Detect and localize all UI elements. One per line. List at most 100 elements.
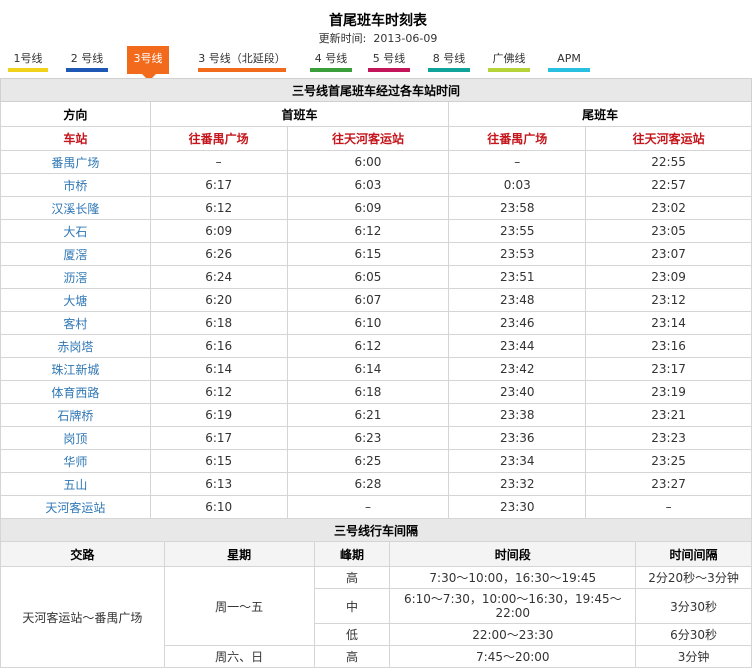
tab-line-8[interactable]: 8 号线 xyxy=(428,46,470,74)
tab-label: 5 号线 xyxy=(372,52,406,65)
first-to-tianhe-cell: – xyxy=(286,495,450,519)
gap-header: 时间间隔 xyxy=(635,541,752,567)
tab-label: 3号线 xyxy=(133,52,163,65)
tab-label: 2 号线 xyxy=(70,52,104,65)
station-cell[interactable]: 沥滘 xyxy=(0,265,151,289)
tab-line-3-north[interactable]: 3 号线（北延段） xyxy=(198,46,286,74)
last-to-panyu-cell: 23:32 xyxy=(448,472,587,496)
station-cell[interactable]: 市桥 xyxy=(0,173,151,197)
station-cell[interactable]: 五山 xyxy=(0,472,151,496)
table-row: 汉溪长隆 6:12 6:09 23:58 23:02 xyxy=(0,196,752,220)
last-to-panyu-cell: 23:30 xyxy=(448,495,587,519)
schedule-rows: 番禺广场 –6:00–22:55 市桥 6:17 6:03 0:03 22:57 汉溪长隆 6:… xyxy=(0,150,752,519)
last-to-panyu-cell: 23:40 xyxy=(448,380,587,404)
first-to-panyu-cell: 6:15 xyxy=(149,449,288,473)
peak-cell: 低 xyxy=(313,623,391,646)
first-to-tianhe-cell: 6:07 xyxy=(286,288,450,312)
first-to-panyu-cell: – xyxy=(149,150,288,174)
station-cell[interactable]: 大石 xyxy=(0,219,151,243)
station-cell[interactable]: 体育西路 xyxy=(0,380,151,404)
last-to-tianhe-cell: 23:21 xyxy=(585,403,752,427)
line-color-bar xyxy=(198,68,286,72)
first-to-panyu-cell: 6:10 xyxy=(149,495,288,519)
station-cell[interactable]: 天河客运站 xyxy=(0,495,151,519)
table-row: 番禺广场 –6:00–22:55 xyxy=(0,150,752,174)
last-to-panyu-cell: 23:44 xyxy=(448,334,587,358)
station-cell[interactable]: 华师 xyxy=(0,449,151,473)
last-to-tianhe-cell: 23:17 xyxy=(585,357,752,381)
tab-guangfo-line[interactable]: 广佛线 xyxy=(488,46,530,74)
first-to-tianhe-cell: 6:00 xyxy=(286,150,450,174)
station-cell[interactable]: 大塘 xyxy=(0,288,151,312)
tab-line-1[interactable]: 1号线 xyxy=(8,46,48,74)
page-title: 首尾班车时刻表 xyxy=(329,13,427,29)
tab-label: APM xyxy=(557,52,581,65)
first-to-panyu-cell: 6:12 xyxy=(149,380,288,404)
tab-apm[interactable]: APM xyxy=(548,46,590,74)
gap-cell: 2分20秒～3分钟 xyxy=(635,566,752,589)
first-train-header: 首班车 xyxy=(149,101,450,127)
last-to-tianhe-cell: – xyxy=(585,495,752,519)
route-header: 交路 xyxy=(0,541,165,567)
first-to-tianhe-cell: 6:12 xyxy=(286,219,450,243)
first-to-tianhe-cell: 6:10 xyxy=(286,311,450,335)
weekend-cell: 周六、日 xyxy=(163,645,315,668)
gap-cell: 3分30秒 xyxy=(635,588,752,624)
last-to-panyu-cell: 23:36 xyxy=(448,426,587,450)
first-to-panyu-cell: 6:17 xyxy=(149,173,288,197)
last-to-tianhe-cell: 23:02 xyxy=(585,196,752,220)
peak-cell: 高 xyxy=(313,566,391,589)
station-cell[interactable]: 岗顶 xyxy=(0,426,151,450)
station-cell[interactable]: 厦滘 xyxy=(0,242,151,266)
tab-label: 4 号线 xyxy=(314,52,348,65)
station-cell[interactable]: 珠江新城 xyxy=(0,357,151,381)
interval-caption: 三号线行车间隔 xyxy=(0,518,752,542)
interval-table: 三号线行车间隔 交路 星期 峰期 时间段 时间间隔 天河客运站～番禺广场 周一～… xyxy=(0,518,752,668)
last-to-panyu-cell: 23:38 xyxy=(448,403,587,427)
last-to-tianhe-cell: 23:25 xyxy=(585,449,752,473)
last-to-tianhe-cell: 23:09 xyxy=(585,265,752,289)
last-to-panyu-cell: 23:55 xyxy=(448,219,587,243)
last-to-tianhe-header: 往天河客运站 xyxy=(585,126,752,151)
table-row: 珠江新城 6:14 6:14 23:42 23:17 xyxy=(0,357,752,381)
line-color-bar xyxy=(8,68,48,72)
tab-label: 1号线 xyxy=(13,52,43,65)
line-color-bar xyxy=(428,68,470,72)
period-cell: 7:30～10:00，16:30～19:45 xyxy=(389,566,637,589)
tab-line-3[interactable]: 3号线 xyxy=(127,46,169,74)
last-to-tianhe-cell: 23:19 xyxy=(585,380,752,404)
station-cell[interactable]: 番禺广场 xyxy=(0,150,151,174)
last-to-panyu-cell: 23:46 xyxy=(448,311,587,335)
weekday-cell: 周一～五 xyxy=(163,566,315,646)
station-cell[interactable]: 客村 xyxy=(0,311,151,335)
first-to-panyu-cell: 6:24 xyxy=(149,265,288,289)
period-cell: 22:00～23:30 xyxy=(389,623,637,646)
table-row: 沥滘 6:24 6:05 23:51 23:09 xyxy=(0,265,752,289)
peak-cell: 中 xyxy=(313,588,391,624)
update-time-label: 更新时间: xyxy=(318,32,367,45)
first-to-tianhe-cell: 6:09 xyxy=(286,196,450,220)
tab-label: 广佛线 xyxy=(492,52,526,65)
table-row: 大塘 6:20 6:07 23:48 23:12 xyxy=(0,288,752,312)
last-to-panyu-cell: 0:03 xyxy=(448,173,587,197)
last-to-tianhe-cell: 22:55 xyxy=(585,150,752,174)
first-to-tianhe-cell: 6:23 xyxy=(286,426,450,450)
update-time-value: 2013-06-09 xyxy=(373,32,438,45)
last-to-panyu-cell: 23:53 xyxy=(448,242,587,266)
last-to-panyu-cell: 23:48 xyxy=(448,288,587,312)
table-row: 体育西路 6:12 6:18 23:40 23:19 xyxy=(0,380,752,404)
station-cell[interactable]: 石牌桥 xyxy=(0,403,151,427)
tab-line-2[interactable]: 2 号线 xyxy=(66,46,108,74)
station-cell[interactable]: 汉溪长隆 xyxy=(0,196,151,220)
last-train-header: 尾班车 xyxy=(448,101,752,127)
tab-line-4[interactable]: 4 号线 xyxy=(310,46,352,74)
last-to-panyu-cell: 23:34 xyxy=(448,449,587,473)
route-cell: 天河客运站～番禺广场 xyxy=(0,566,165,668)
line-color-bar xyxy=(488,68,530,72)
first-to-panyu-cell: 6:09 xyxy=(149,219,288,243)
table-row: 天河客运站 6:10–23:30– xyxy=(0,495,752,519)
station-cell[interactable]: 赤岗塔 xyxy=(0,334,151,358)
first-to-panyu-cell: 6:19 xyxy=(149,403,288,427)
last-to-tianhe-cell: 22:57 xyxy=(585,173,752,197)
tab-line-5[interactable]: 5 号线 xyxy=(368,46,410,74)
